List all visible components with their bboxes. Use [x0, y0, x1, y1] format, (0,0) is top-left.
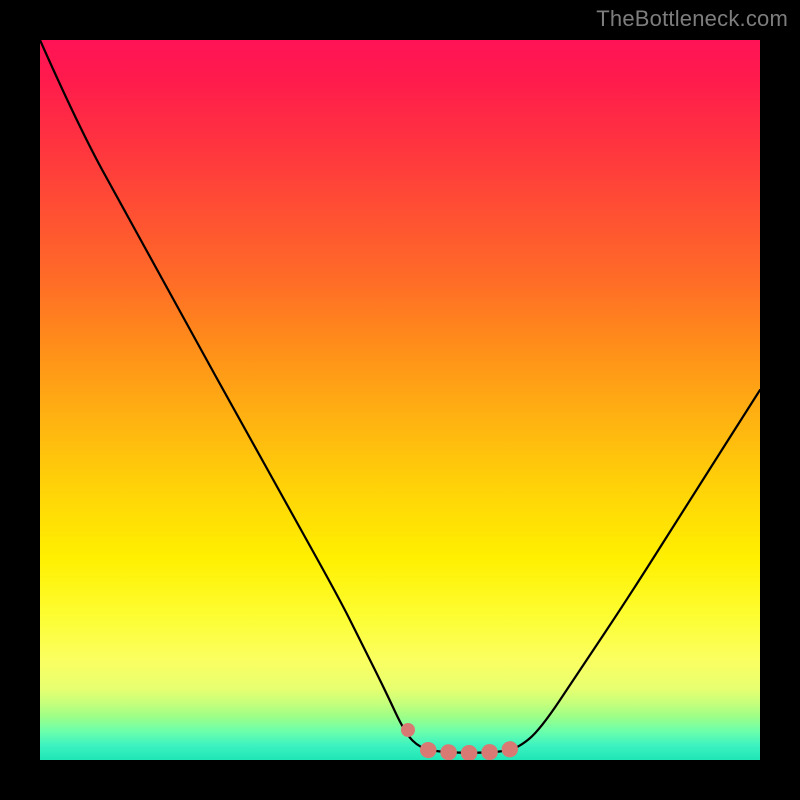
marker-dot-outlier [401, 723, 415, 737]
bottleneck-curve [40, 40, 760, 753]
watermark-text: TheBottleneck.com [596, 6, 788, 32]
plot-area [40, 40, 760, 760]
chart-frame: TheBottleneck.com [0, 0, 800, 800]
marker-dot-cluster [428, 745, 520, 753]
bottleneck-curve-svg [40, 40, 760, 760]
